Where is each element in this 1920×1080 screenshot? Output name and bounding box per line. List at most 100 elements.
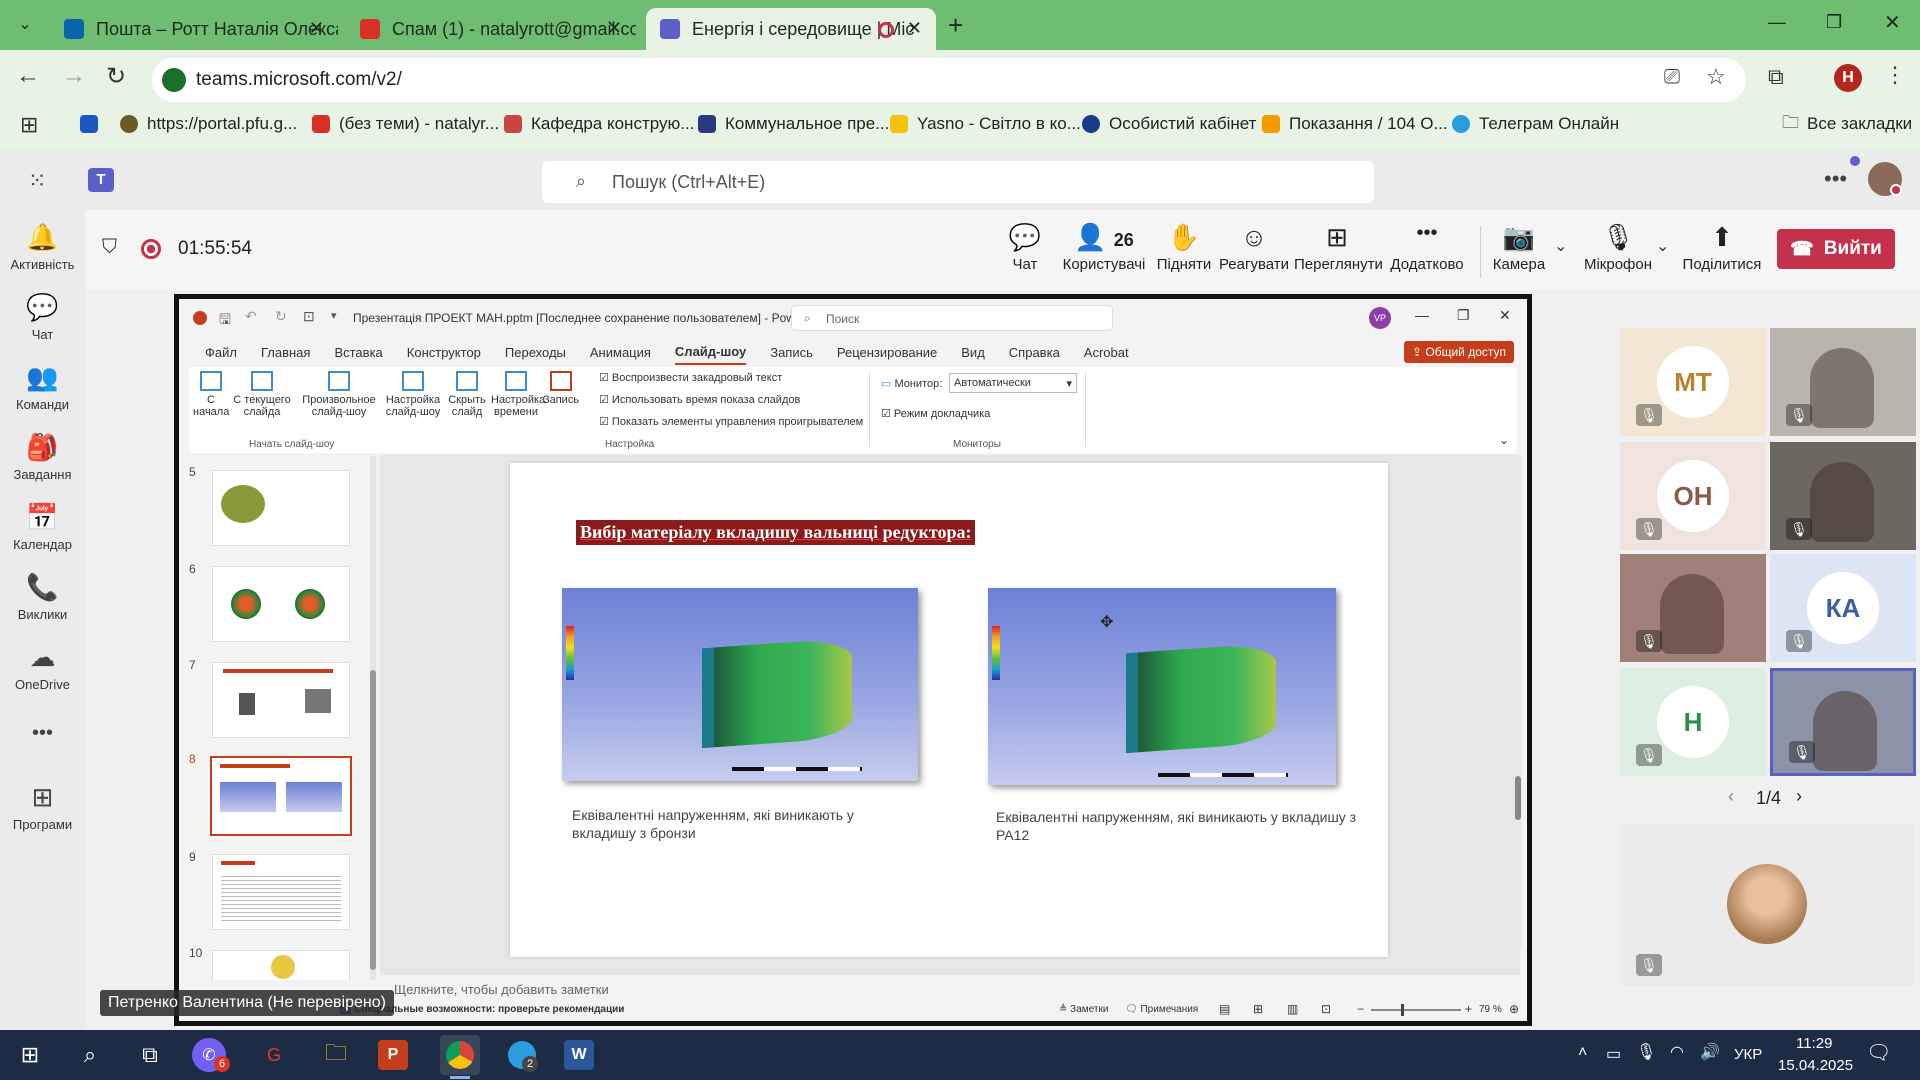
browser-tab-teams[interactable]: Енергія і середовище | Mic ✕ bbox=[646, 8, 936, 50]
rehearse-timings-button[interactable]: Настройка времени bbox=[491, 371, 545, 418]
present-icon[interactable]: ⊡ bbox=[303, 308, 315, 325]
browser-tab-outlook[interactable]: Пошта – Ротт Наталія Олексан ✕ bbox=[50, 8, 338, 50]
save-icon[interactable]: 🖫 bbox=[219, 309, 231, 333]
bookmark-item[interactable]: Телеграм Онлайн bbox=[1452, 112, 1619, 136]
fit-to-window-icon[interactable]: ⊕ bbox=[1509, 1002, 1519, 1016]
search-icon[interactable]: ⌕ bbox=[70, 1035, 110, 1075]
notes-toggle[interactable]: ≜ Заметки bbox=[1059, 1004, 1108, 1015]
self-video-tile[interactable]: 🎙 bbox=[1620, 824, 1914, 986]
rail-item-apps[interactable]: ⊞ Програми bbox=[0, 782, 85, 832]
fea-stress-image-bronze[interactable] bbox=[562, 588, 918, 781]
input-language[interactable]: УКР bbox=[1734, 1046, 1762, 1063]
quick-access-chevron-icon[interactable]: ▾ bbox=[331, 309, 337, 322]
participant-tile[interactable]: МТ 🎙 bbox=[1620, 328, 1766, 436]
app-launcher-icon[interactable]: ⁙ bbox=[28, 168, 46, 194]
site-info-icon[interactable] bbox=[162, 68, 186, 92]
browser-menu-icon[interactable]: ⋮ bbox=[1884, 62, 1906, 88]
forward-icon[interactable]: → bbox=[62, 62, 86, 90]
ribbon-tab[interactable]: Рецензирование bbox=[837, 341, 937, 364]
slide-thumbnail[interactable] bbox=[212, 566, 350, 642]
fea-stress-image-pa12[interactable] bbox=[988, 588, 1336, 785]
hide-slide-button[interactable]: Скрыть слайд bbox=[445, 371, 489, 418]
camera-button[interactable]: 📷 Камера bbox=[1490, 222, 1548, 273]
record-button[interactable]: Запись bbox=[541, 371, 581, 406]
ribbon-collapse-chevron-icon[interactable]: ⌄ bbox=[1499, 433, 1509, 447]
extensions-icon[interactable]: ⧉ bbox=[1768, 64, 1784, 90]
ribbon-tab[interactable]: Запись bbox=[770, 341, 813, 364]
rail-item-chat[interactable]: 💬 Чат bbox=[0, 292, 85, 342]
address-bar[interactable]: teams.microsoft.com/v2/ bbox=[152, 58, 1746, 102]
slideshow-view-icon[interactable]: ⊡ bbox=[1321, 1002, 1331, 1016]
slide-thumbnail[interactable] bbox=[212, 470, 350, 546]
zoom-out-icon[interactable]: − bbox=[1357, 1002, 1364, 1016]
caption-right[interactable]: Еквівалентні напруженням, які виникають … bbox=[996, 808, 1366, 844]
from-current-button[interactable]: С текущего слайда bbox=[231, 371, 293, 418]
rail-item-calendar[interactable]: 📅 Календар bbox=[0, 502, 85, 552]
zoom-level[interactable]: 79 % bbox=[1479, 1004, 1502, 1015]
zoom-slider-thumb[interactable] bbox=[1401, 1004, 1404, 1016]
shield-icon[interactable]: ⛉ bbox=[102, 236, 117, 259]
tray-chevron-icon[interactable]: ˄ bbox=[1578, 1044, 1587, 1062]
participant-tile[interactable]: Н 🎙 bbox=[1620, 668, 1766, 776]
chrome-taskbar-icon[interactable] bbox=[440, 1035, 480, 1075]
checkbox-media-controls[interactable]: ☑ Показать элементы управления проигрыва… bbox=[599, 415, 863, 428]
word-taskbar-icon[interactable]: W bbox=[564, 1040, 594, 1070]
start-button[interactable]: ⊞ bbox=[10, 1035, 50, 1075]
ribbon-tab[interactable]: Справка bbox=[1009, 341, 1060, 364]
bookmark-item[interactable] bbox=[80, 112, 107, 136]
share-button[interactable]: ⬆ Поділитися bbox=[1682, 222, 1762, 273]
meeting-people-button[interactable]: 👤 26 Користувачі bbox=[1062, 222, 1146, 273]
rail-item-onedrive[interactable]: ☁ OneDrive bbox=[0, 642, 85, 692]
new-tab-button[interactable]: + bbox=[948, 10, 963, 41]
minimize-window-button[interactable]: — bbox=[1768, 12, 1786, 33]
bookmark-star-icon[interactable]: ☆ bbox=[1706, 64, 1726, 90]
participant-tile[interactable]: КА 🎙 bbox=[1770, 554, 1916, 662]
close-tab-icon[interactable]: ✕ bbox=[907, 18, 922, 39]
react-button[interactable]: ☺ Реагувати bbox=[1218, 222, 1290, 273]
share-document-button[interactable]: ⇪ Общий доступ ▾ bbox=[1404, 341, 1514, 373]
rail-item-activity[interactable]: 🔔 Активність bbox=[0, 222, 85, 272]
zoom-in-icon[interactable]: + bbox=[1465, 1002, 1472, 1016]
search-input[interactable]: ⌕ Пошук (Ctrl+Alt+E) bbox=[542, 161, 1374, 203]
clock-time[interactable]: 11:29 bbox=[1796, 1035, 1832, 1052]
gallery-prev-icon[interactable]: ‹ bbox=[1728, 786, 1734, 807]
rail-item-more[interactable]: ••• bbox=[0, 722, 85, 749]
reading-view-icon[interactable]: ▥ bbox=[1287, 1002, 1298, 1016]
participant-tile[interactable]: 🎙 bbox=[1620, 554, 1766, 662]
task-view-icon[interactable]: ⧉ bbox=[130, 1035, 170, 1075]
bookmark-item[interactable]: Коммунальное пре... bbox=[698, 112, 889, 136]
microphone-button[interactable]: 🎙 Мікрофон bbox=[1580, 222, 1656, 273]
bookmark-item[interactable]: (без теми) - natalyr... bbox=[312, 112, 499, 136]
ribbon-tab[interactable]: Acrobat bbox=[1084, 341, 1129, 364]
more-actions-button[interactable]: ••• Додатково bbox=[1384, 222, 1470, 273]
notifications-icon[interactable]: 🗨 bbox=[1866, 1040, 1891, 1065]
ribbon-tab[interactable]: Анимация bbox=[590, 341, 651, 364]
slide-thumbnail-selected[interactable] bbox=[210, 756, 352, 836]
camera-options-chevron-icon[interactable]: ⌄ bbox=[1554, 236, 1567, 256]
comments-toggle[interactable]: 🗨 Примечания bbox=[1125, 1004, 1198, 1015]
thumbnails-scroll-thumb[interactable] bbox=[370, 670, 376, 970]
slide-sorter-view-icon[interactable]: ⊞ bbox=[1253, 1002, 1263, 1016]
ribbon-tab[interactable]: Файл bbox=[205, 341, 237, 364]
close-window-button[interactable]: ✕ bbox=[1499, 307, 1511, 324]
settings-more-icon[interactable]: ••• bbox=[1824, 166, 1847, 192]
participant-tile[interactable]: 🎙 bbox=[1770, 442, 1916, 550]
bookmark-item[interactable]: Yasno - Світло в ко... bbox=[890, 112, 1081, 136]
ribbon-tab[interactable]: Вид bbox=[961, 341, 985, 364]
meeting-chat-button[interactable]: 💬 Чат bbox=[1000, 222, 1050, 273]
mic-options-chevron-icon[interactable]: ⌄ bbox=[1656, 236, 1669, 256]
raise-hand-button[interactable]: ✋ Підняти bbox=[1156, 222, 1212, 273]
participant-tile[interactable]: 🎙 bbox=[1770, 328, 1916, 436]
ribbon-tab[interactable]: Слайд-шоу bbox=[674, 340, 747, 365]
wifi-icon[interactable]: ◠ bbox=[1670, 1042, 1684, 1062]
apps-grid-icon[interactable]: ⊞ bbox=[20, 112, 38, 138]
ppt-search-input[interactable]: ⌕ Поиск bbox=[791, 305, 1113, 331]
rail-item-tasks[interactable]: 🎒 Завдання bbox=[0, 432, 85, 482]
canvas-scroll-thumb[interactable] bbox=[1515, 776, 1521, 820]
undo-icon[interactable]: ↶ bbox=[245, 308, 257, 325]
leave-meeting-button[interactable]: ☎ Вийти bbox=[1777, 229, 1895, 269]
file-explorer-icon[interactable]: 🗀 bbox=[316, 1035, 356, 1075]
view-button[interactable]: ⊞ Переглянути bbox=[1294, 222, 1383, 273]
checkbox-narration[interactable]: ☑ Воспроизвести закадровый текст bbox=[599, 371, 782, 384]
rail-item-teams[interactable]: 👥 Команди bbox=[0, 362, 85, 412]
